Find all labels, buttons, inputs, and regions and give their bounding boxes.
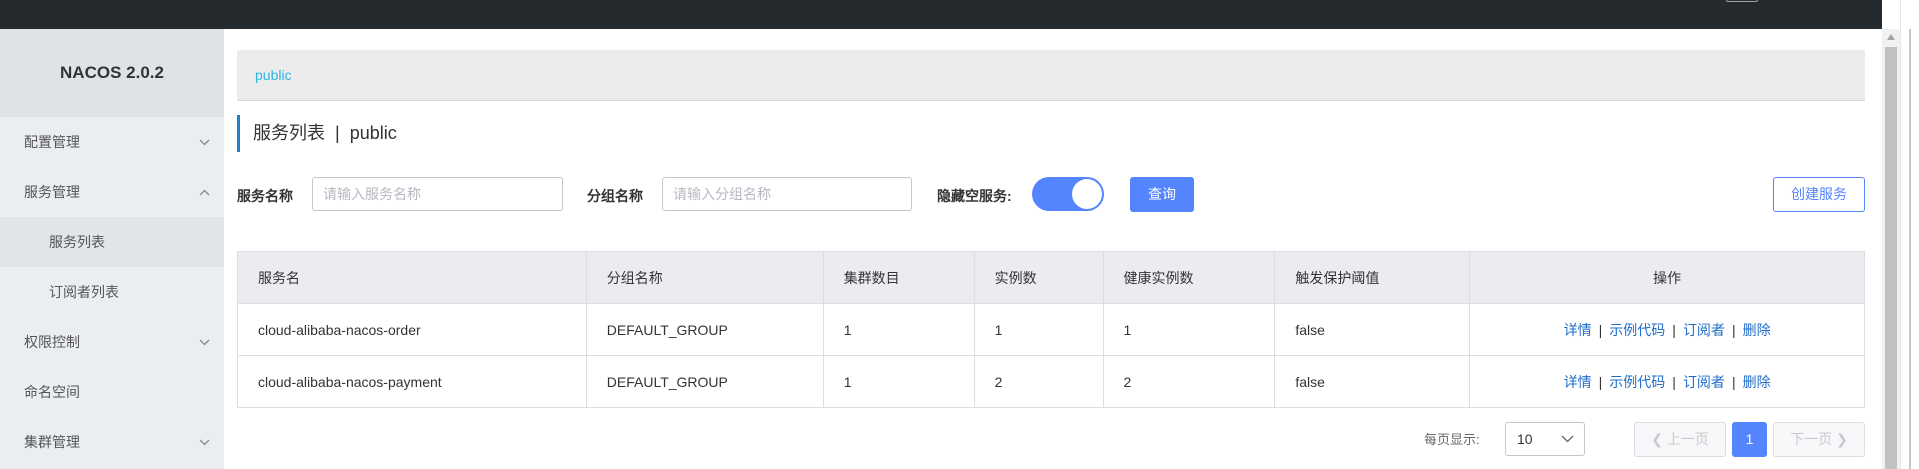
- sidebar: NACOS 2.0.2 配置管理 服务管理 服务列表 订阅者列表 权限控制 命名…: [0, 29, 224, 469]
- page-title: 服务列表 | public: [237, 115, 397, 152]
- cluster-count-cell: 1: [822, 355, 975, 408]
- action-separator: |: [1672, 373, 1676, 390]
- sidebar-item-label: 服务管理: [24, 184, 80, 200]
- query-button[interactable]: 查询: [1130, 177, 1194, 212]
- sidebar-item-service-management[interactable]: 服务管理: [0, 167, 224, 217]
- namespace-bar: public: [237, 50, 1865, 101]
- sidebar-item-subscriber-list[interactable]: 订阅者列表: [0, 267, 224, 317]
- chevron-left-icon: ❮: [1651, 431, 1663, 447]
- sample-code-link[interactable]: 示例代码: [1609, 374, 1665, 390]
- sidebar-item-label: 命名空间: [24, 384, 80, 400]
- sidebar-item-service-list[interactable]: 服务列表: [0, 217, 224, 267]
- service-name-cell: cloud-alibaba-nacos-order: [237, 303, 587, 356]
- sidebar-item-config-management[interactable]: 配置管理: [0, 117, 224, 167]
- chevron-down-icon: [1561, 423, 1574, 455]
- sidebar-item-label: 服务列表: [49, 234, 105, 250]
- group-cell: DEFAULT_GROUP: [585, 355, 824, 408]
- column-header: 分组名称: [585, 251, 824, 304]
- instance-count-cell: 1: [973, 303, 1104, 356]
- hide-empty-services-toggle[interactable]: [1032, 177, 1104, 211]
- service-name-label: 服务名称: [237, 188, 293, 204]
- table-header-row: 服务名 分组名称 集群数目 实例数 健康实例数 触发保护阈值 操作: [237, 251, 1865, 304]
- column-header: 集群数目: [822, 251, 975, 304]
- scroll-up-arrow-icon[interactable]: [1887, 34, 1895, 40]
- table-row: cloud-alibaba-nacos-order DEFAULT_GROUP …: [237, 303, 1865, 356]
- sidebar-item-namespace[interactable]: 命名空间: [0, 367, 224, 417]
- page-title-namespace: public: [349, 123, 397, 143]
- create-service-button[interactable]: 创建服务: [1773, 177, 1865, 212]
- sidebar-item-label: 权限控制: [24, 334, 80, 350]
- actions-cell: 详情 | 示例代码 | 订阅者 | 删除: [1469, 355, 1865, 408]
- sample-code-link[interactable]: 示例代码: [1609, 322, 1665, 338]
- page-size-label: 每页显示:: [1424, 432, 1480, 447]
- column-header: 服务名: [237, 251, 587, 304]
- action-separator: |: [1731, 321, 1736, 338]
- instance-count-cell: 2: [973, 355, 1104, 408]
- hide-empty-services-label: 隐藏空服务:: [937, 188, 1012, 204]
- cluster-count-cell: 1: [822, 303, 975, 356]
- subscriber-link[interactable]: 订阅者: [1683, 374, 1725, 390]
- sidebar-item-label: 配置管理: [24, 134, 80, 150]
- detail-link[interactable]: 详情: [1564, 322, 1592, 338]
- actions-cell: 详情 | 示例代码 | 订阅者 | 删除: [1469, 303, 1865, 356]
- chevron-down-icon: [197, 417, 211, 467]
- page-size-select[interactable]: 10: [1505, 422, 1585, 456]
- group-cell: DEFAULT_GROUP: [585, 303, 824, 356]
- scrollbar-thumb[interactable]: [1885, 47, 1897, 469]
- chevron-up-icon: [197, 167, 211, 217]
- action-separator: |: [1672, 321, 1676, 338]
- outer-scrollbar-track[interactable]: [1909, 29, 1911, 469]
- page-title-text: 服务列表: [253, 123, 325, 143]
- sidebar-item-label: 集群管理: [24, 434, 80, 450]
- delete-link[interactable]: 删除: [1743, 322, 1771, 338]
- column-header: 实例数: [973, 251, 1104, 304]
- service-name-cell: cloud-alibaba-nacos-payment: [237, 355, 587, 408]
- column-header: 健康实例数: [1102, 251, 1276, 304]
- page-size-value: 10: [1517, 431, 1533, 447]
- threshold-cell: false: [1274, 303, 1471, 356]
- sidebar-item-label: 订阅者列表: [49, 284, 119, 300]
- table-row: cloud-alibaba-nacos-payment DEFAULT_GROU…: [237, 355, 1865, 408]
- chevron-down-icon: [197, 117, 211, 167]
- toggle-knob: [1072, 179, 1102, 209]
- title-separator: |: [335, 123, 340, 143]
- next-page-button[interactable]: 下一页 ❯: [1773, 422, 1865, 457]
- app-title: NACOS 2.0.2: [0, 29, 224, 117]
- service-name-input[interactable]: [312, 177, 563, 211]
- vertical-scrollbar[interactable]: [1882, 29, 1900, 469]
- action-separator: |: [1598, 373, 1603, 390]
- column-header: 触发保护阈值: [1274, 251, 1471, 304]
- prev-page-label: 上一页: [1666, 431, 1709, 447]
- detail-link[interactable]: 详情: [1564, 374, 1592, 390]
- threshold-cell: false: [1274, 355, 1471, 408]
- prev-page-button[interactable]: ❮ 上一页: [1634, 422, 1726, 457]
- next-page-label: 下一页: [1790, 431, 1833, 447]
- chevron-down-icon: [197, 317, 211, 367]
- chevron-right-icon: ❯: [1836, 431, 1848, 447]
- group-name-label: 分组名称: [587, 188, 643, 204]
- service-table: 服务名 分组名称 集群数目 实例数 健康实例数 触发保护阈值 操作 cloud-…: [237, 251, 1865, 408]
- group-name-input[interactable]: [662, 177, 912, 211]
- healthy-count-cell: 2: [1102, 355, 1276, 408]
- healthy-count-cell: 1: [1102, 303, 1276, 356]
- sidebar-item-cluster-management[interactable]: 集群管理: [0, 417, 224, 467]
- column-header: 操作: [1469, 251, 1865, 304]
- page-number-current[interactable]: 1: [1732, 422, 1767, 457]
- topbar-menu-button[interactable]: [1726, 0, 1758, 2]
- subscriber-link[interactable]: 订阅者: [1683, 322, 1725, 338]
- sidebar-item-access-control[interactable]: 权限控制: [0, 317, 224, 367]
- namespace-link-public[interactable]: public: [255, 67, 292, 83]
- delete-link[interactable]: 删除: [1743, 374, 1771, 390]
- top-nav-bar: [0, 0, 1882, 29]
- action-separator: |: [1598, 321, 1603, 338]
- action-separator: |: [1731, 373, 1736, 390]
- main-content: public 服务列表 | public 服务名称 分组名称 隐藏空服务: 查询 创…: [224, 29, 1882, 469]
